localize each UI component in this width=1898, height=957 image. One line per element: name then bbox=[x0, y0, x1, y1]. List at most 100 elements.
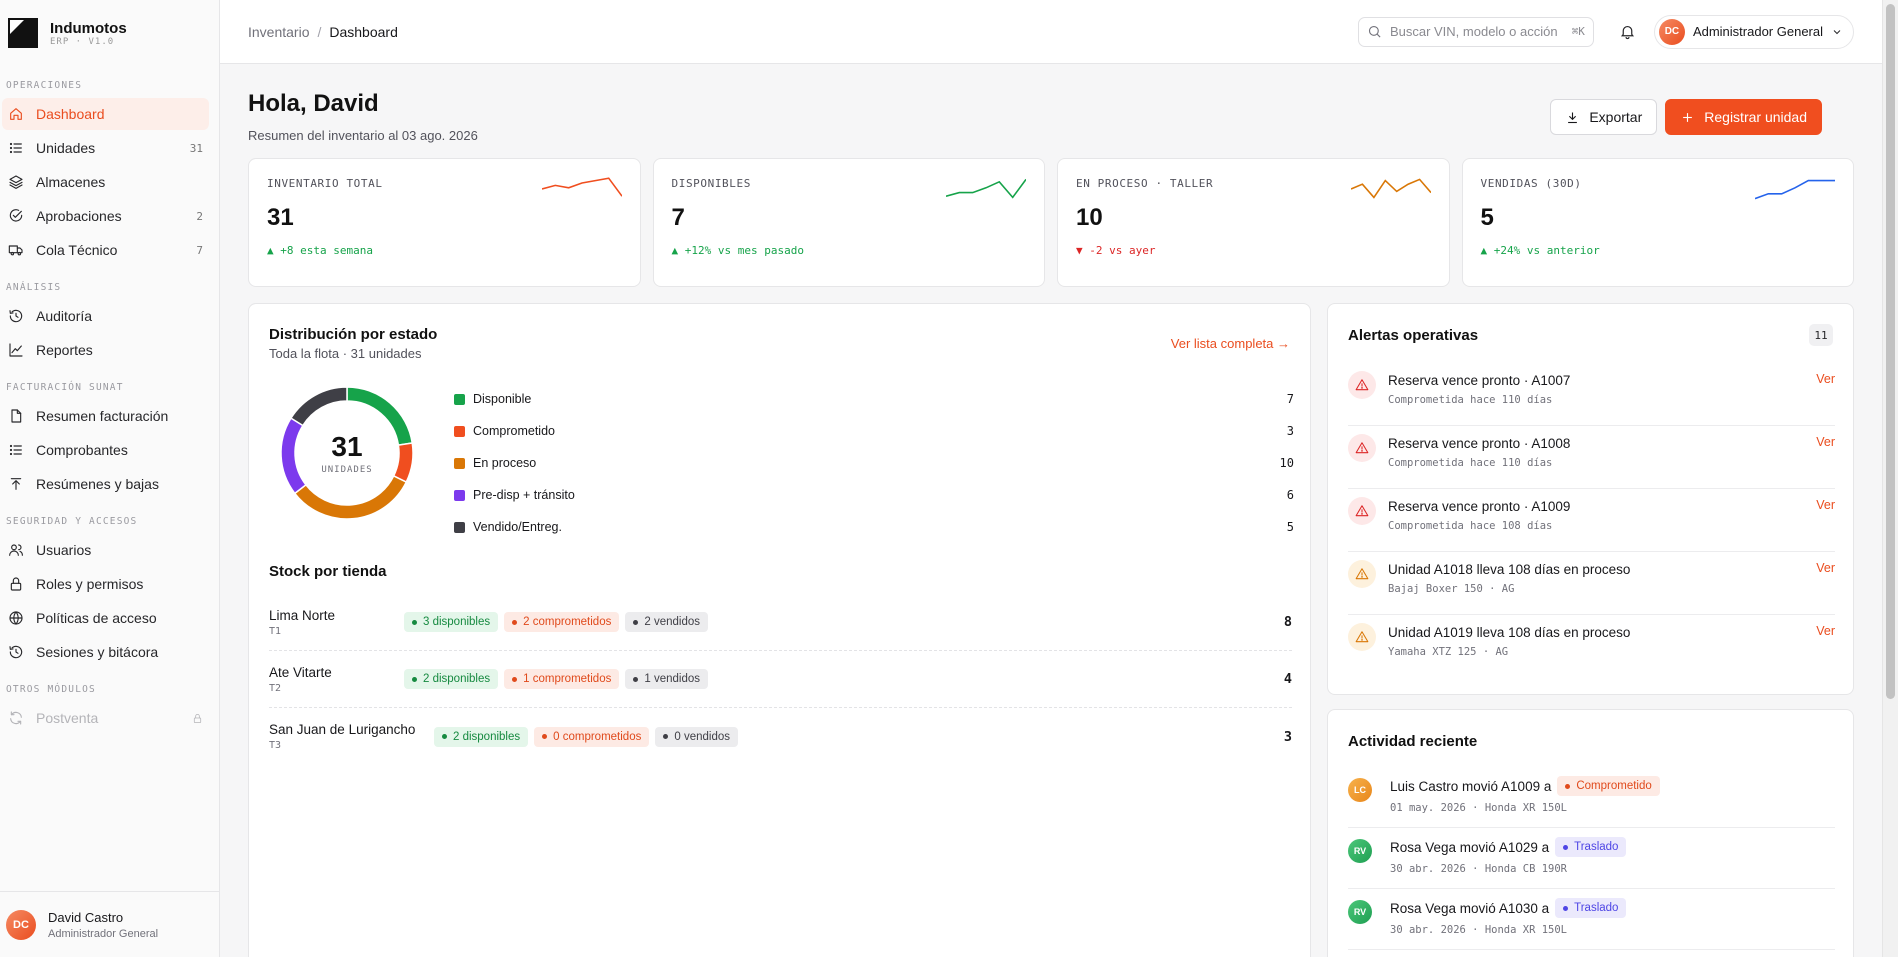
history-icon bbox=[8, 308, 24, 324]
store-info: San Juan de Lurigancho T3 bbox=[269, 722, 434, 751]
avatar: LC bbox=[1348, 778, 1372, 802]
alert-view-link[interactable]: Ver bbox=[1816, 561, 1835, 575]
activity-item: RV Rosa Vega movió A1029 a Traslado 30 abr.… bbox=[1348, 828, 1835, 889]
sparkline-path bbox=[1755, 179, 1835, 200]
alert-detail: Comprometida hace 110 días bbox=[1388, 457, 1553, 469]
sidebar-item-cola-tecnico[interactable]: Cola Técnico 7 bbox=[2, 234, 209, 266]
chart-line-icon bbox=[8, 342, 24, 358]
nav-section-title: OTROS MÓDULOS bbox=[6, 684, 96, 695]
legend-value: 10 bbox=[1279, 456, 1294, 470]
alert-title: Unidad A1019 lleva 108 días en proceso bbox=[1388, 625, 1631, 640]
sidebar-item-aprobaciones[interactable]: Aprobaciones 2 bbox=[2, 200, 209, 232]
search-input[interactable] bbox=[1389, 24, 1572, 39]
status-badge-available: 2 disponibles bbox=[434, 726, 529, 747]
sidebar-item-politicas-de-acceso[interactable]: Políticas de acceso bbox=[2, 602, 209, 634]
user-profile[interactable]: DC David Castro Administrador General bbox=[0, 891, 219, 957]
alert-view-link[interactable]: Ver bbox=[1816, 624, 1835, 638]
sidebar-item-resumenes-y-bajas[interactable]: Resúmenes y bajas bbox=[2, 468, 209, 500]
store-row[interactable]: Lima Norte T1 3 disponibles 2 comprometidos… bbox=[269, 594, 1292, 651]
kpi-value: 31 bbox=[267, 204, 294, 231]
account-name: Administrador General bbox=[1692, 24, 1823, 39]
activity-description: Rosa Vega movió A1029 a bbox=[1390, 839, 1550, 855]
sparkline-path bbox=[541, 177, 622, 197]
status-badge-committed: 2 comprometidos bbox=[504, 612, 620, 632]
view-full-list-link[interactable]: Ver lista completa → bbox=[1171, 336, 1290, 351]
history-icon bbox=[8, 644, 24, 660]
sidebar-item-reportes[interactable]: Reportes bbox=[2, 334, 209, 366]
scrollbar[interactable] bbox=[1882, 0, 1898, 957]
bell-icon bbox=[1621, 25, 1635, 40]
sidebar-item-resumen-facturacion[interactable]: Resumen facturación bbox=[2, 400, 209, 432]
avatar: RV bbox=[1348, 900, 1372, 924]
sidebar-item-label: Resumen facturación bbox=[36, 408, 169, 424]
store-name: San Juan de Lurigancho bbox=[269, 722, 416, 737]
sidebar-item-dashboard[interactable]: Dashboard bbox=[2, 98, 209, 130]
alert-view-link[interactable]: Ver bbox=[1816, 435, 1835, 449]
alert-title: Unidad A1018 lleva 108 días en proceso bbox=[1388, 562, 1631, 577]
avatar: DC bbox=[6, 909, 36, 940]
export-button[interactable]: Exportar bbox=[1550, 99, 1658, 135]
brand[interactable]: Indumotos ERP · V1.0 bbox=[0, 0, 219, 66]
activity-title: Actividad reciente bbox=[1348, 733, 1478, 750]
alert-triangle-icon bbox=[1348, 371, 1376, 399]
store-code: T1 bbox=[269, 625, 282, 637]
alerts-card: Alertas operativas 11 Reserva vence pron… bbox=[1327, 303, 1854, 695]
sidebar-item-count: 7 bbox=[196, 243, 203, 257]
donut-unit-label: UNIDADES bbox=[321, 465, 373, 475]
alert-view-link[interactable]: Ver bbox=[1816, 498, 1835, 512]
alerts-count-badge: 11 bbox=[1809, 324, 1833, 346]
kpi-card[interactable]: EN PROCESO · TALLER 10 ▼ -2 vs ayer bbox=[1057, 158, 1450, 287]
activity-detail: 30 abr. 2026 · Honda XR 150L bbox=[1390, 924, 1568, 936]
store-code: T2 bbox=[269, 682, 282, 694]
legend-item-pre-disp-transito: Pre-disp + tránsito 6 bbox=[454, 479, 1294, 511]
store-row[interactable]: San Juan de Lurigancho T3 2 disponibles 0 c… bbox=[269, 708, 1292, 765]
kpi-card[interactable]: DISPONIBLES 7 ▲ +12% vs mes pasado bbox=[652, 158, 1045, 287]
breadcrumb-inventario[interactable]: Inventario bbox=[248, 24, 309, 40]
alert-item: Reserva vence pronto · A1009 Comprometida… bbox=[1348, 489, 1835, 552]
sidebar-item-auditoria[interactable]: Auditoría bbox=[2, 300, 209, 332]
sidebar-item-comprobantes[interactable]: Comprobantes bbox=[2, 434, 209, 466]
alert-item: Reserva vence pronto · A1008 Comprometida… bbox=[1348, 426, 1835, 489]
alerts-title: Alertas operativas bbox=[1348, 327, 1479, 344]
sidebar-item-label: Postventa bbox=[36, 710, 99, 726]
refresh-icon bbox=[8, 710, 24, 726]
sidebar-item-unidades[interactable]: Unidades 31 bbox=[2, 132, 209, 164]
check-circle-icon bbox=[8, 208, 24, 224]
activity-description: Luis Castro movió A1009 a bbox=[1390, 778, 1552, 794]
store-row[interactable]: Ate Vitarte T2 2 disponibles 1 comprometido… bbox=[269, 651, 1292, 708]
kpi-card[interactable]: INVENTARIO TOTAL 31 ▲ +8 esta semana bbox=[248, 158, 641, 287]
sidebar-item-sesiones-y-bitacora[interactable]: Sesiones y bitácora bbox=[2, 636, 209, 668]
account-menu[interactable]: DC Administrador General bbox=[1653, 14, 1854, 49]
download-icon bbox=[1568, 112, 1578, 123]
upload-icon bbox=[8, 476, 24, 492]
store-status-chips: 3 disponibles 2 comprometidos 2 vendidos bbox=[404, 612, 1284, 632]
alert-triangle-icon bbox=[1348, 497, 1376, 525]
legend-label: Vendido/Entreg. bbox=[473, 520, 562, 534]
alert-triangle-icon bbox=[1348, 560, 1376, 588]
sidebar-item-label: Reportes bbox=[36, 342, 93, 358]
sidebar-item-label: Políticas de acceso bbox=[36, 610, 157, 626]
alert-item: Unidad A1018 lleva 108 días en proceso Ba… bbox=[1348, 552, 1835, 615]
alert-view-link[interactable]: Ver bbox=[1816, 372, 1835, 386]
register-unit-button[interactable]: Registrar unidad bbox=[1665, 99, 1822, 135]
truck-icon bbox=[8, 242, 24, 258]
scrollbar-thumb[interactable] bbox=[1886, 4, 1895, 699]
legend-value: 5 bbox=[1286, 520, 1294, 534]
sidebar-item-count: 31 bbox=[189, 141, 203, 155]
legend-label: Pre-disp + tránsito bbox=[473, 488, 575, 502]
sidebar-item-usuarios[interactable]: Usuarios bbox=[2, 534, 209, 566]
sparkline bbox=[1350, 178, 1431, 199]
sidebar-item-almacenes[interactable]: Almacenes bbox=[2, 166, 209, 198]
status-badge-sold: 1 vendidos bbox=[625, 669, 708, 689]
kpi-card[interactable]: VENDIDAS (30D) 5 ▲ +24% vs anterior bbox=[1461, 158, 1854, 287]
sidebar-item-roles-y-permisos[interactable]: Roles y permisos bbox=[2, 568, 209, 600]
page-title: Hola, David bbox=[248, 90, 379, 117]
sparkline-path bbox=[1350, 178, 1431, 199]
alert-title: Reserva vence pronto · A1007 bbox=[1388, 373, 1571, 388]
search-box[interactable]: ⌘K bbox=[1357, 16, 1594, 47]
notifications-button[interactable] bbox=[1612, 16, 1644, 48]
sidebar-item-label: Roles y permisos bbox=[36, 576, 144, 592]
chevron-down-icon bbox=[1833, 29, 1841, 34]
store-status-chips: 2 disponibles 1 comprometidos 1 vendidos bbox=[404, 669, 1284, 689]
status-badge: Comprometido bbox=[1557, 776, 1660, 796]
